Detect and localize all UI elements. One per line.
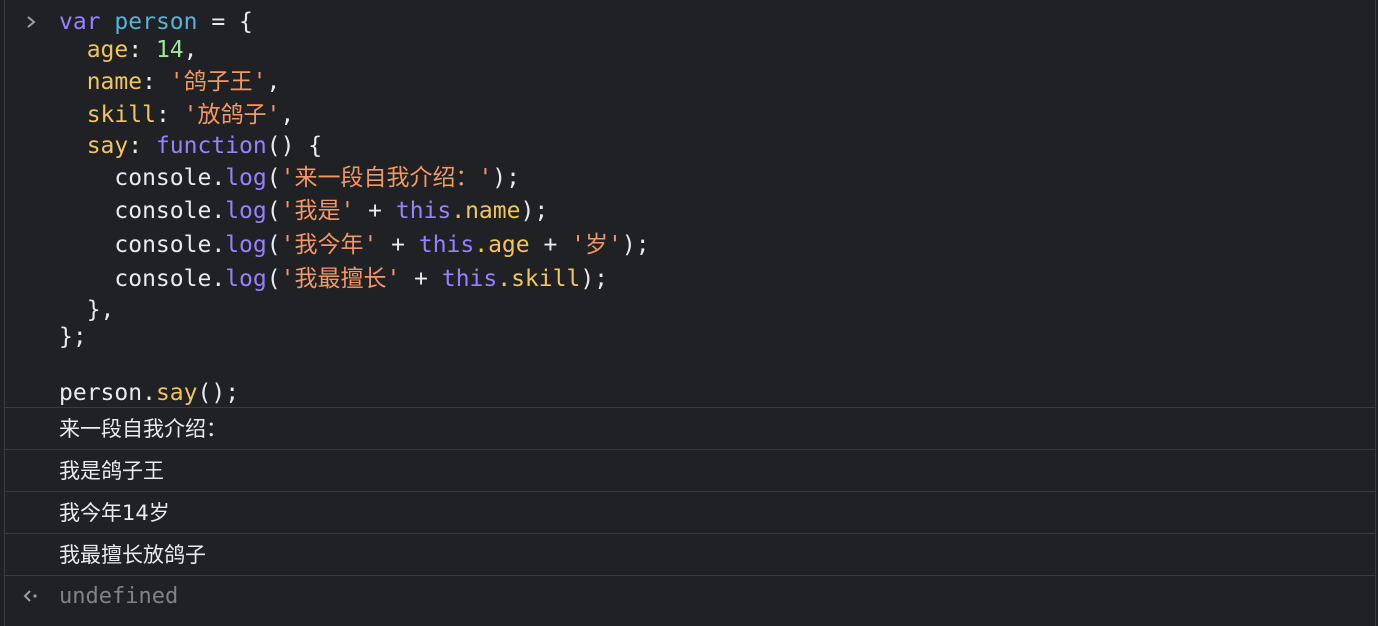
console-log-text: 我今年14岁	[59, 501, 170, 525]
chevron-right-icon	[25, 10, 39, 39]
code-line-2: age: 14,	[86, 37, 198, 63]
console-result-row: undefined	[5, 576, 1375, 618]
console-log-row: 我今年14岁	[5, 492, 1375, 534]
code-line-7: console.log('我是' + this.name);	[114, 198, 549, 224]
console-log-row: 来一段自我介绍：	[5, 408, 1375, 450]
code-line-12: person.say();	[59, 380, 240, 406]
code-line-4: skill: '放鸽子',	[86, 102, 295, 128]
console-log-text: 我最擅长放鸽子	[59, 543, 206, 567]
code-line-6: console.log('来一段自我介绍：');	[114, 165, 520, 191]
return-arrow-icon	[21, 585, 43, 607]
code-line-11: };	[59, 324, 87, 350]
console-log-row: 我最擅长放鸽子	[5, 534, 1375, 576]
code-line-9: console.log('我最擅长' + this.skill);	[114, 266, 609, 292]
code-line-3: name: '鸽子王',	[86, 69, 281, 95]
console-log-text: 我是鸽子王	[59, 459, 164, 483]
devtools-console: var person = { age: 14, name: '鸽子王', ski…	[4, 0, 1376, 626]
code-line-8: console.log('我今年' + this.age + '岁');	[114, 232, 650, 258]
code-line-5: say: function() {	[86, 133, 323, 159]
console-input-entry[interactable]: var person = { age: 14, name: '鸽子王', ski…	[5, 0, 1375, 408]
console-result-value: undefined	[59, 584, 179, 609]
console-log-row: 我是鸽子王	[5, 450, 1375, 492]
console-log-text: 来一段自我介绍：	[59, 417, 227, 441]
